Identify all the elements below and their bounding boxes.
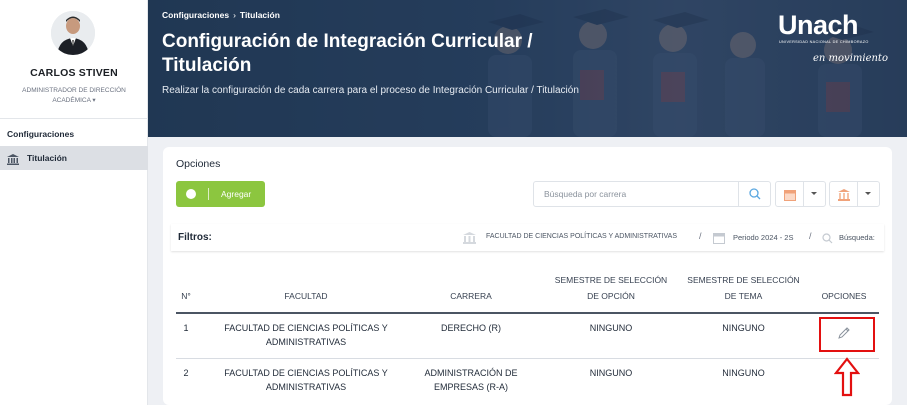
column-header-career: CARRERA	[450, 291, 492, 301]
calendar-icon	[713, 231, 725, 244]
search-filter-value: Búsqueda:	[839, 233, 875, 242]
cell-option-semester: NINGUNO	[589, 323, 633, 333]
cell-topic-semester: NINGUNO	[722, 323, 765, 333]
search-icon	[822, 231, 833, 244]
column-header-number: N°	[181, 291, 191, 301]
cell-career: DERECHO (R)	[441, 323, 501, 333]
breadcrumb: Configuraciones › Titulación	[162, 10, 280, 20]
brand-slogan: en movimiento	[813, 53, 888, 64]
column-header-option-semester: SEMESTRE DE SELECCIÓN DE OPCIÓN	[554, 275, 668, 301]
highlight-box	[819, 317, 875, 352]
brand-name: Unach	[778, 10, 859, 40]
cell-faculty: FACULTAD DE CIENCIAS POLÍTICAS Y ADMINIS…	[224, 323, 388, 347]
column-header-faculty: FACULTAD	[284, 291, 328, 301]
dropdown-divider	[803, 182, 804, 206]
faculty-filter-dropdown[interactable]	[829, 181, 880, 207]
building-columns-icon	[838, 188, 850, 201]
button-divider	[208, 188, 209, 200]
cell-career: ADMINISTRACIÓN DE EMPRESAS (R-A)	[424, 368, 518, 392]
column-header-topic-semester: SEMESTRE DE SELECCIÓN DE TEMA	[687, 275, 800, 301]
period-filter-dropdown[interactable]	[775, 181, 826, 207]
panel-title: Opciones	[176, 158, 221, 170]
search-button[interactable]	[738, 182, 770, 206]
brand-tagline: UNIVERSIDAD NACIONAL DE CHIMBORAZO	[779, 40, 869, 44]
search-icon	[749, 188, 761, 200]
user-role-dropdown[interactable]: ADMINISTRADOR DE DIRECCIÓN ACADÉMICA ▾	[10, 86, 138, 106]
user-name: CARLOS STIVEN	[30, 67, 118, 79]
breadcrumb-separator: ›	[233, 10, 236, 20]
unach-logo: Unach UNIVERSIDAD NACIONAL DE CHIMBORAZO…	[778, 10, 888, 65]
calendar-icon	[784, 188, 796, 201]
faculty-filter-value: FACULTAD DE CIENCIAS POLÍTICAS Y ADMINIS…	[486, 233, 677, 240]
sidebar-item-titulacion[interactable]: Titulación	[0, 146, 148, 170]
breadcrumb-item-configuraciones[interactable]: Configuraciones	[162, 10, 229, 20]
cell-number: 2	[183, 368, 189, 378]
breadcrumb-item-titulacion: Titulación	[239, 10, 280, 20]
cell-topic-semester: NINGUNO	[722, 368, 765, 378]
dropdown-divider	[857, 182, 858, 206]
plus-circle-icon	[186, 189, 196, 199]
search-box	[533, 181, 771, 207]
user-photo	[51, 11, 95, 55]
options-panel: Opciones Agregar Búsqueda por carrera Fi…	[163, 147, 892, 405]
filter-separator: /	[809, 231, 812, 241]
page-header-banner: Configuraciones › Titulación Configuración…	[148, 0, 907, 137]
filters-bar: Filtros: FACULTAD DE CIENCIAS POLÍTICAS …	[171, 224, 884, 251]
avatar[interactable]	[51, 11, 95, 55]
cell-faculty: FACULTAD DE CIENCIAS POLÍTICAS Y ADMINIS…	[224, 368, 388, 392]
row-divider	[176, 358, 879, 359]
add-button-label: Agregar	[221, 189, 252, 199]
sidebar-section-title: Configuraciones	[7, 129, 75, 139]
page-title: Configuración de Integración Curricular …	[162, 31, 533, 76]
filter-separator: /	[699, 231, 702, 241]
sidebar-divider	[0, 118, 148, 119]
building-columns-icon	[463, 231, 476, 244]
cell-number: 1	[183, 323, 189, 333]
add-button[interactable]: Agregar	[176, 181, 265, 207]
page-subtitle: Realizar la configuración de cada carrer…	[162, 85, 579, 96]
filters-label: Filtros:	[178, 232, 212, 243]
period-filter-value: Periodo 2024 - 2S	[733, 233, 794, 242]
search-input[interactable]	[534, 182, 738, 206]
table-header-divider	[176, 312, 879, 314]
column-header-options: OPCIONES	[821, 291, 867, 301]
sidebar: CARLOS STIVEN ADMINISTRADOR DE DIRECCIÓN…	[0, 0, 148, 405]
arrow-up-icon	[834, 357, 860, 397]
chevron-down-icon	[811, 192, 817, 195]
building-columns-icon	[7, 152, 19, 165]
sidebar-item-label: Titulación	[27, 153, 67, 163]
chevron-down-icon	[865, 192, 871, 195]
cell-option-semester: NINGUNO	[589, 368, 633, 378]
